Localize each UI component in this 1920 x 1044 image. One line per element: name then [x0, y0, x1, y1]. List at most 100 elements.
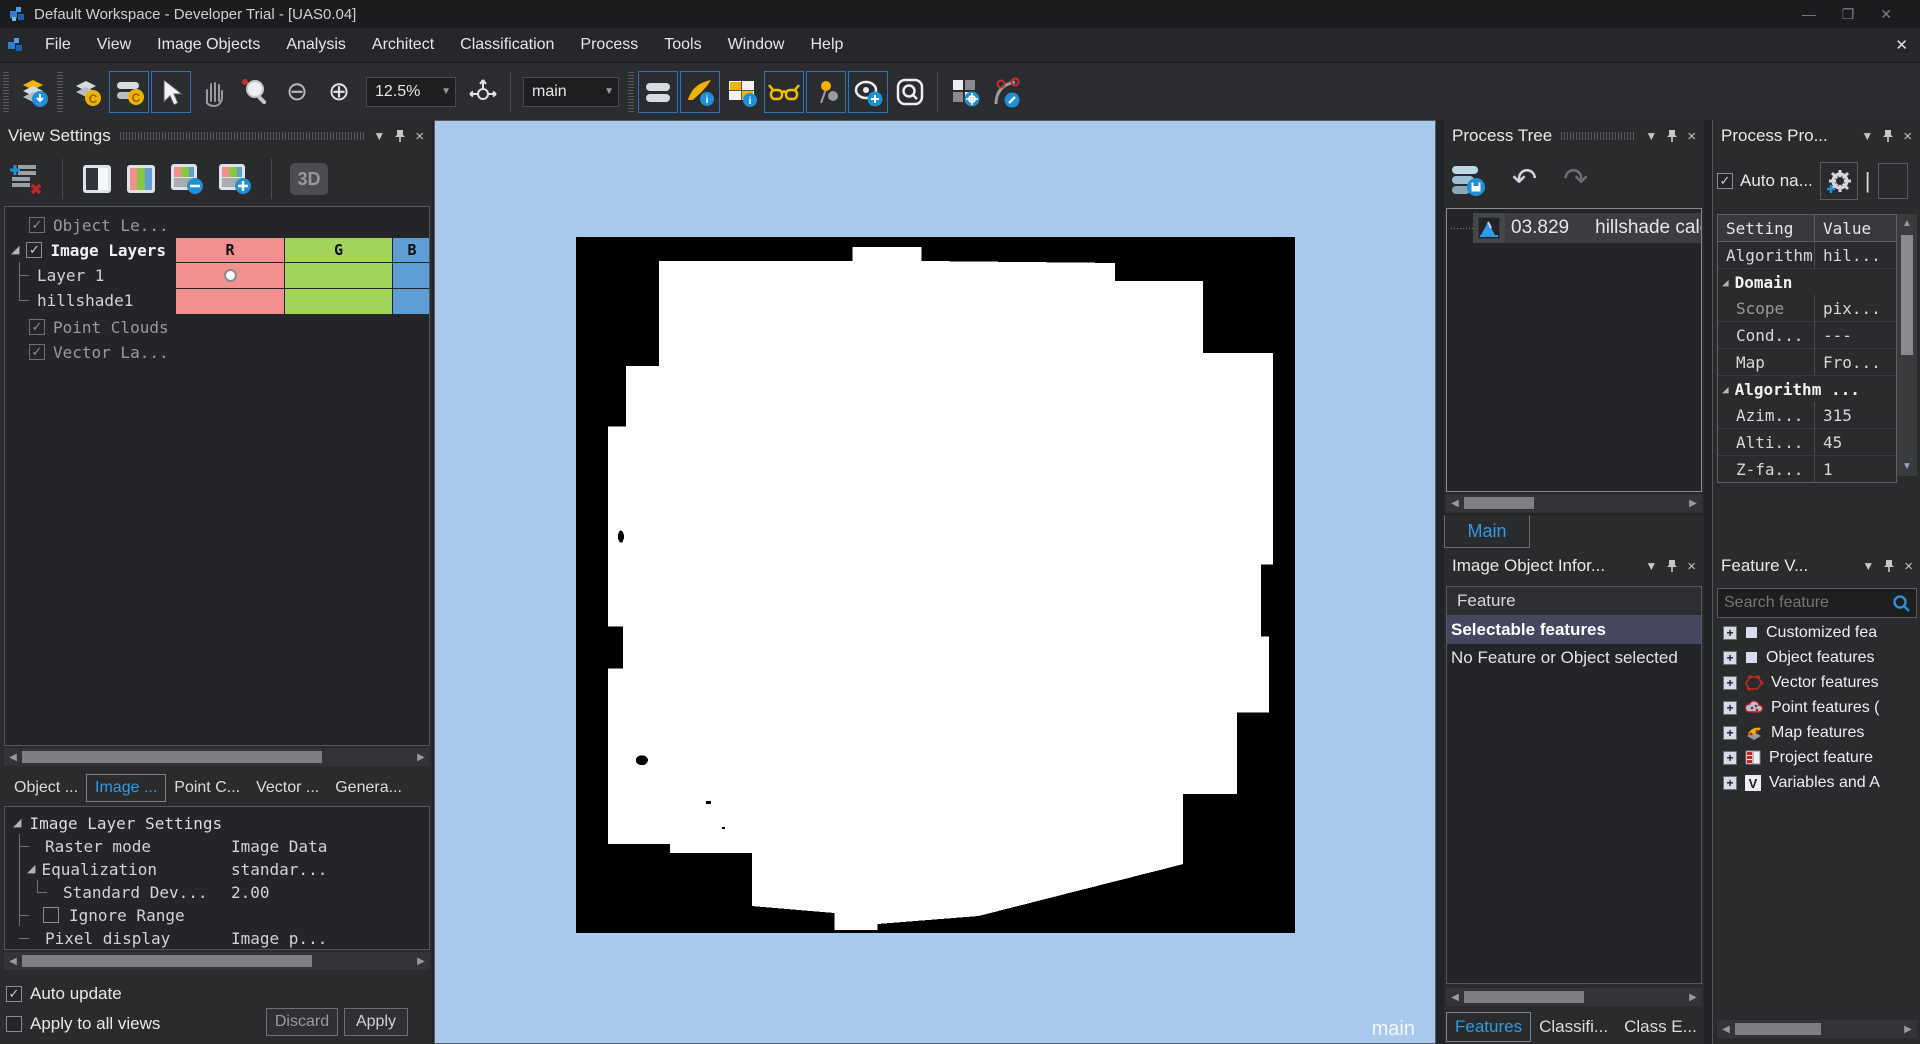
pin-icon[interactable] — [1666, 129, 1678, 143]
rgb-layer-mixing-icon[interactable] — [125, 163, 157, 195]
green-cell-hillshade1[interactable] — [285, 289, 392, 314]
expand-plus-icon[interactable]: + — [1723, 775, 1737, 790]
feature-item-variables[interactable]: + V Variables and A — [1717, 770, 1917, 795]
chevron-down-icon[interactable]: ▼ — [598, 86, 614, 97]
chevron-down-icon[interactable]: ▼ — [1861, 130, 1873, 142]
prop-row-condition[interactable]: Cond... --- — [1718, 322, 1896, 349]
object-levels-checkbox[interactable]: ✓ — [29, 217, 45, 233]
selectable-features-row[interactable]: Selectable features — [1447, 616, 1701, 644]
tab-features[interactable]: Features — [1446, 1012, 1532, 1042]
ils-row-equalization[interactable]: ◢ Equalization standar... — [5, 858, 429, 880]
path-edit-icon[interactable] — [987, 71, 1027, 113]
feature-item-project[interactable]: + Project feature — [1717, 745, 1917, 770]
minimize-button[interactable]: — — [1802, 6, 1816, 23]
no-feature-row[interactable]: No Feature or Object selected — [1447, 644, 1701, 672]
ils-scrollbar[interactable]: ◀ ▶ — [4, 952, 430, 970]
prop-group-algorithm[interactable]: ◢ Algorithm ... — [1718, 376, 1896, 402]
column-header-green[interactable]: G — [285, 238, 392, 262]
feature-view-scrollbar[interactable]: ◀ ▶ — [1717, 1020, 1917, 1038]
image-layers-checkbox[interactable]: ✓ — [26, 242, 43, 258]
ils-row-standard-dev[interactable]: Standard Dev... 2.00 — [5, 881, 429, 903]
ils-row-raster-mode[interactable]: Raster mode Image Data — [5, 835, 429, 857]
blue-cell-hillshade1[interactable] — [393, 289, 429, 314]
navigate-pan-icon[interactable] — [463, 71, 503, 113]
zoom-level-combobox[interactable]: 12.5% ▼ — [366, 76, 456, 107]
feature-search-box[interactable] — [1717, 588, 1917, 618]
tree-row-vector-layers[interactable]: ✓ Vector La... — [5, 340, 429, 364]
close-icon[interactable]: × — [1687, 559, 1696, 574]
undo-icon[interactable]: ↶ — [1512, 165, 1537, 195]
tab-general[interactable]: Genera... — [327, 775, 410, 801]
chevron-down-icon[interactable]: ▼ — [1645, 560, 1657, 572]
scroll-thumb[interactable] — [1464, 497, 1534, 509]
ils-row-pixel-display[interactable]: Pixel display Image p... — [5, 927, 429, 949]
ils-root-row[interactable]: ◢ Image Layer Settings — [5, 812, 222, 834]
view-settings-gear-icon[interactable] — [848, 70, 888, 113]
scroll-right-icon[interactable]: ▶ — [1684, 498, 1702, 509]
close-icon[interactable]: × — [1903, 129, 1912, 144]
layer-mixing-toolbar-icon[interactable]: C — [109, 70, 149, 113]
maximize-button[interactable]: ❐ — [1842, 6, 1855, 23]
blue-cell-layer1[interactable] — [393, 263, 429, 288]
process-tree-view[interactable]: 03.829 hillshade calcu — [1446, 208, 1702, 492]
add-layer-icon[interactable] — [217, 162, 253, 196]
ils-row-ignore-range[interactable]: Ignore Range — [5, 904, 429, 926]
tree-row-object-levels[interactable]: ✓ Object Le... — [5, 213, 429, 237]
scroll-thumb[interactable] — [1735, 1023, 1821, 1035]
view-3d-button[interactable]: 3D — [290, 163, 328, 195]
feature-item-customized[interactable]: + Customized fea — [1717, 620, 1917, 645]
expand-plus-icon[interactable]: + — [1723, 750, 1737, 765]
scroll-left-icon[interactable]: ◀ — [1446, 992, 1464, 1003]
expand-plus-icon[interactable]: + — [1723, 675, 1737, 690]
menu-tools[interactable]: Tools — [651, 31, 714, 59]
table-header-setting[interactable]: Setting — [1718, 219, 1814, 238]
pin-icon[interactable] — [394, 129, 406, 143]
expander-icon[interactable]: ◢ — [1722, 277, 1729, 288]
discard-button[interactable]: Discard — [266, 1008, 338, 1036]
magnifier-window-icon[interactable] — [890, 71, 930, 113]
document-close-icon[interactable]: ✕ — [1895, 36, 1908, 54]
single-layer-gray-icon[interactable] — [81, 163, 113, 195]
green-cell-layer1[interactable] — [285, 263, 392, 288]
scroll-up-icon[interactable]: ▲ — [1902, 214, 1912, 229]
menu-image-objects[interactable]: Image Objects — [144, 31, 273, 59]
view-data-info-icon[interactable]: i — [680, 70, 720, 113]
clipped-button[interactable] — [1877, 163, 1908, 199]
pin-icon[interactable] — [1666, 559, 1678, 573]
layers-scrollbar[interactable]: ◀ ▶ — [4, 748, 430, 766]
menu-help[interactable]: Help — [797, 31, 856, 59]
apply-all-views-checkbox[interactable] — [6, 1016, 22, 1032]
process-tree-item[interactable]: 03.829 hillshade calcu — [1447, 213, 1701, 243]
redo-icon[interactable]: ↷ — [1563, 165, 1588, 195]
toolbar-grip[interactable] — [57, 71, 63, 112]
close-button[interactable]: ✕ — [1880, 6, 1892, 23]
feature-item-vector[interactable]: + Vector features — [1717, 670, 1917, 695]
scroll-right-icon[interactable]: ▶ — [412, 956, 430, 967]
search-input[interactable] — [1718, 594, 1892, 612]
expand-plus-icon[interactable]: + — [1723, 725, 1737, 740]
workspace-icon[interactable]: C — [67, 71, 107, 113]
prop-group-domain[interactable]: ◢ Domain — [1718, 269, 1896, 295]
feature-item-map[interactable]: + Map features — [1717, 720, 1917, 745]
tab-vector[interactable]: Vector ... — [248, 775, 327, 801]
tree-row-point-clouds[interactable]: ✓ Point Clouds — [5, 315, 429, 339]
close-icon[interactable]: × — [1904, 559, 1913, 574]
close-icon[interactable]: × — [1687, 129, 1696, 144]
zoom-out-icon[interactable]: ⊖ — [277, 71, 317, 113]
view-layout-icon[interactable] — [638, 70, 678, 113]
tab-class-evaluation[interactable]: Class E... — [1616, 1013, 1705, 1041]
panel-grip[interactable] — [119, 132, 365, 140]
toolbar-grip[interactable] — [3, 71, 9, 112]
scroll-down-icon[interactable]: ▼ — [1902, 461, 1912, 476]
point-clouds-checkbox[interactable]: ✓ — [29, 319, 45, 335]
panel-grip[interactable] — [1561, 132, 1637, 140]
table-header-value[interactable]: Value — [1814, 215, 1896, 241]
menu-classification[interactable]: Classification — [447, 31, 567, 59]
scroll-left-icon[interactable]: ◀ — [4, 956, 22, 967]
workspace-grid-settings-icon[interactable] — [945, 71, 985, 113]
red-cell-hillshade1[interactable] — [176, 289, 284, 314]
expand-plus-icon[interactable]: + — [1723, 650, 1737, 665]
zoom-in-icon[interactable]: ⊕ — [319, 71, 359, 113]
scroll-right-icon[interactable]: ▶ — [1684, 992, 1702, 1003]
prop-row-altitude[interactable]: Alti... 45 — [1718, 429, 1896, 456]
